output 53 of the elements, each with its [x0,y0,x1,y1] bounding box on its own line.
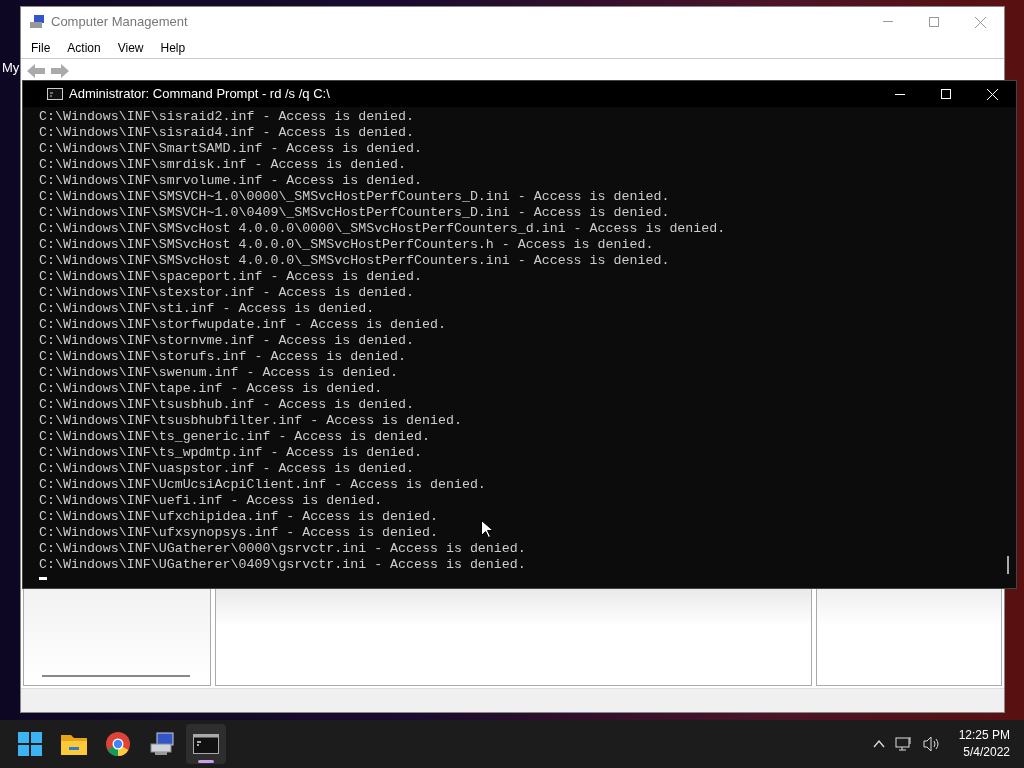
text-cursor [39,577,47,580]
window-title: Administrator: Command Prompt - rd /s /q C:\ [69,85,330,104]
mouse-pointer-icon [481,520,493,538]
console-line: C:\Windows\INF\sti.inf - Access is denied. [39,301,375,317]
console-line: C:\Windows\INF\SmartSAMD.inf - Access is denied. [39,141,422,157]
computer-icon [29,14,45,30]
console-line: C:\Windows\INF\tsusbhub.inf - Access is denied. [39,397,415,413]
console-line: C:\Windows\INF\ts_generic.inf - Access is denied. [39,429,430,445]
console-line: C:\Windows\INF\UGatherer\0409\gsrvctr.ini - Access is denied. [39,557,526,573]
clock-date[interactable]: 5/4/2022 [963,744,1010,761]
console-line: C:\Windows\INF\stexstor.inf - Access is denied. [39,285,415,301]
console-line: C:\Windows\INF\tape.inf - Access is denied. [39,381,383,397]
console-line: C:\Windows\INF\uaspstor.inf - Access is denied. [39,461,415,477]
clock-time[interactable]: 12:25 PM [958,727,1010,744]
menu-item[interactable]: View [117,38,144,57]
console-line: C:\Windows\INF\spaceport.inf - Access is denied. [39,269,422,285]
console-line: C:\Windows\INF\SMSvcHost 4.0.0.0\_SMSvcHostPerfCounters.h - Access is denied. [39,237,654,253]
console-line: C:\Windows\INF\ufxsynopsys.inf - Access is denied. [39,525,438,541]
browser-icon [106,732,130,756]
console-line: C:\Windows\INF\SMSVCH~1.0\0000\_SMSvcHostPerfCounters_D.ini - Access is denied. [39,189,670,205]
windows-logo-icon [18,732,42,756]
folder-icon [61,733,87,755]
console-line: C:\Windows\INF\swenum.inf - Access is denied. [39,365,399,381]
desktop-icon-label: My [2,59,20,77]
console-line: C:\Windows\INF\ufxchipidea.inf - Access is denied. [39,509,438,525]
console-line: C:\Windows\INF\sisraid4.inf - Access is denied. [39,125,415,141]
console-line: C:\Windows\INF\storfwupdate.inf - Access is denied. [39,317,446,333]
console-line: C:\Windows\INF\tsusbhubfilter.inf - Access is denied. [39,413,462,429]
scrollbar-thumb[interactable] [1007,556,1009,574]
console-line: C:\Windows\INF\SMSvcHost 4.0.0.0\0000\_SMSvcHostPerfCounters_d.ini - Access is denied. [39,221,726,237]
console-line: C:\Windows\INF\uefi.inf - Access is denied. [39,493,383,509]
computer-icon [149,732,175,756]
scrollbar-thumb[interactable] [42,675,190,677]
network-icon[interactable] [894,736,913,752]
menu-item[interactable]: Action [67,38,101,57]
console-line: C:\Windows\INF\storufs.inf - Access is denied. [39,349,407,365]
console-line: C:\Windows\INF\ts_wpdmtp.inf - Access is denied. [39,445,422,461]
console-line: C:\Windows\INF\sisraid2.inf - Access is denied. [39,109,415,125]
console-line: C:\Windows\INF\UGatherer\0000\gsrvctr.ini - Access is denied. [39,541,526,557]
speaker-icon[interactable] [922,736,941,752]
console-line: C:\Windows\INF\SMSVCH~1.0\0409\_SMSvcHostPerfCounters_D.ini - Access is denied. [39,205,670,221]
console-line: C:\Windows\INF\SMSvcHost 4.0.0.0\_SMSvcHostPerfCounters.ini - Access is denied. [39,253,670,269]
menu-item[interactable]: Help [160,38,186,57]
console-line: C:\Windows\INF\smrdisk.inf - Access is denied. [39,157,407,173]
menu-item[interactable]: File [31,38,51,57]
console-line: C:\Windows\INF\smrvolume.inf - Access is denied. [39,173,422,189]
console-line: C:\Windows\INF\stornvme.inf - Access is denied. [39,333,415,349]
chevron-up-icon[interactable] [872,740,885,748]
window-title: Computer Management [51,13,188,32]
console-icon [47,88,63,100]
terminal-icon [193,734,219,754]
taskbar-button[interactable] [186,724,226,764]
console-line: C:\Windows\INF\UcmUcsiAcpiClient.inf - Access is denied. [39,477,486,493]
